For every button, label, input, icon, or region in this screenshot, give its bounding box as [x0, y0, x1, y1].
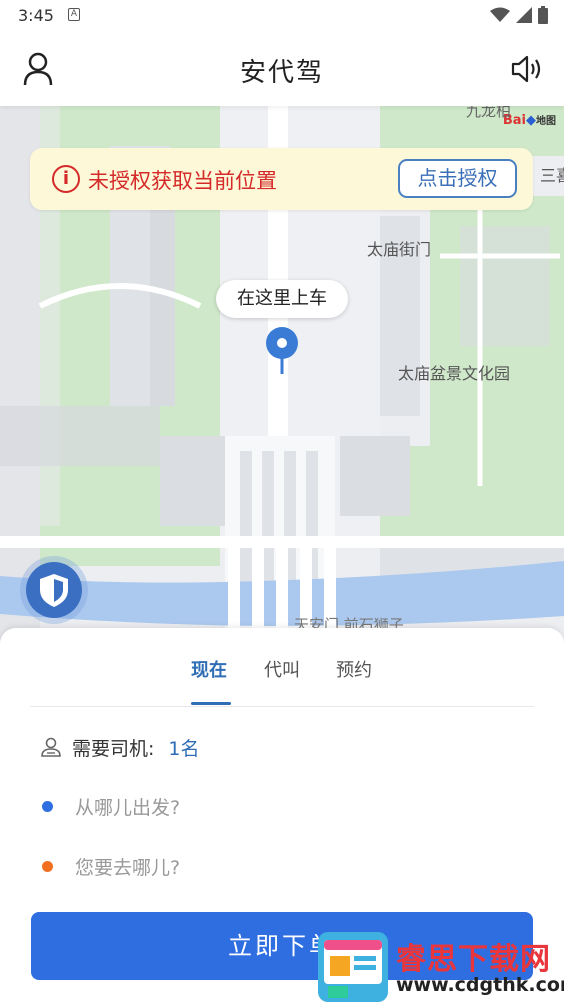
driver-count-value: 1名	[168, 737, 200, 760]
watermark: 睿思下载网 www.cdgthk.com	[316, 928, 564, 1004]
watermark-title: 睿思下载网	[396, 942, 551, 977]
tab-divider	[30, 706, 534, 707]
status-time: 3:45	[18, 6, 54, 25]
map-label-garden: 太庙盆景文化园	[398, 364, 511, 383]
to-field[interactable]: 您要去哪儿?	[40, 846, 520, 886]
speaker-icon[interactable]	[510, 52, 544, 86]
destination-dot-icon	[42, 860, 53, 872]
tab-call-for-other[interactable]: 代叫	[264, 656, 300, 682]
status-icons	[490, 6, 548, 24]
pickup-label: 在这里上车	[216, 280, 348, 318]
driver-count-row[interactable]: 需要司机: 1名	[40, 727, 520, 767]
authorize-button[interactable]: 点击授权	[398, 159, 517, 198]
map-label-right: 三喜	[540, 166, 564, 185]
location-pin-icon[interactable]	[265, 326, 299, 378]
battery-icon	[538, 6, 548, 24]
watermark-logo-icon	[318, 932, 388, 1002]
to-placeholder: 您要去哪儿?	[75, 856, 181, 879]
location-auth-banner: i 未授权获取当前位置 点击授权	[30, 148, 533, 210]
from-placeholder: 从哪儿出发?	[75, 796, 181, 819]
watermark-url: www.cdgthk.com	[396, 974, 564, 996]
origin-dot-icon	[42, 800, 53, 812]
auth-message: 未授权获取当前位置	[88, 169, 277, 193]
tab-now[interactable]: 现在	[191, 656, 227, 682]
driver-label: 需要司机:	[72, 737, 155, 760]
app-header: 安代驾	[0, 34, 564, 106]
map-label-street-gate: 太庙街门	[367, 240, 432, 259]
wifi-icon	[490, 7, 510, 22]
info-alert-icon: i	[52, 165, 80, 193]
baidu-logo-suffix: 地图	[536, 116, 556, 127]
map-label-top: 九龙柏	[466, 106, 512, 120]
driver-icon	[41, 737, 61, 757]
from-field[interactable]: 从哪儿出发?	[40, 786, 520, 826]
tab-reserve[interactable]: 预约	[336, 656, 372, 682]
status-bar: 3:45 A	[0, 0, 564, 34]
a-letter-icon: A	[68, 8, 80, 21]
tab-bar: 现在 代叫 预约	[0, 628, 564, 707]
page-title: 安代驾	[239, 58, 324, 88]
active-tab-indicator	[191, 702, 231, 705]
paw-icon: ◆	[526, 113, 536, 128]
signal-icon	[516, 7, 532, 23]
safety-shield-button[interactable]	[20, 556, 88, 624]
shield-icon	[26, 562, 82, 618]
